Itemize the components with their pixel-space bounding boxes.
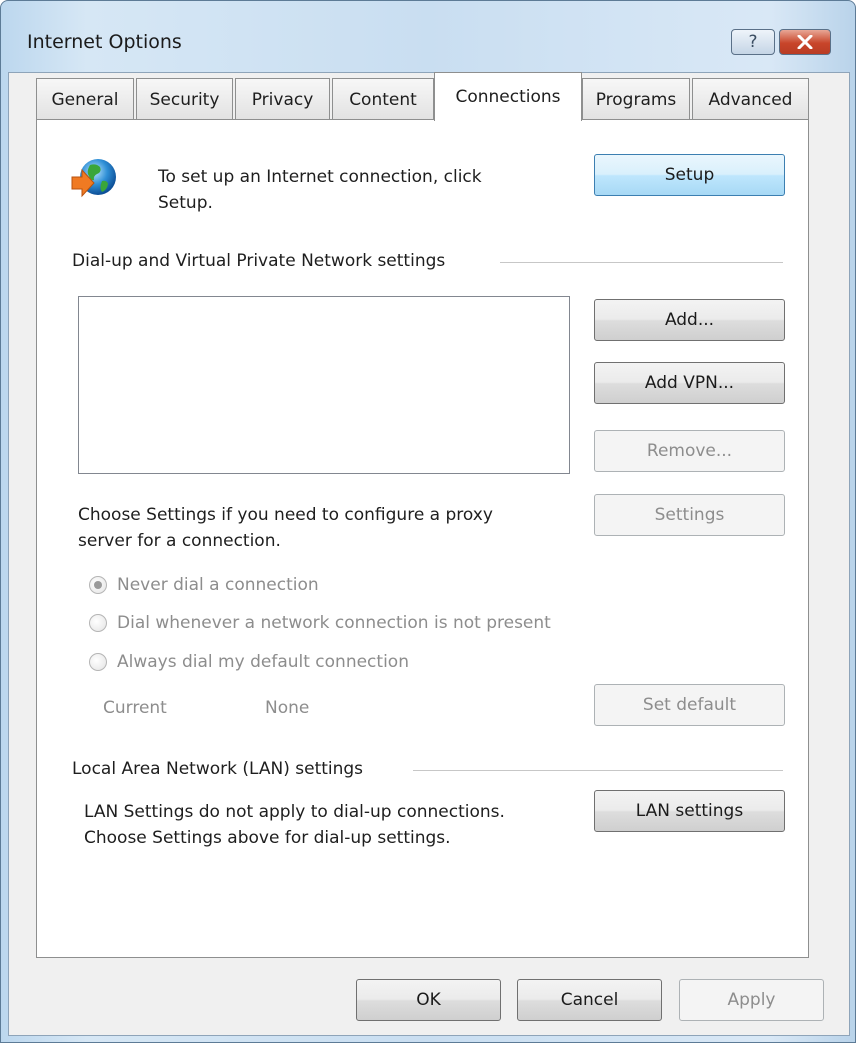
cancel-button[interactable]: Cancel — [517, 979, 662, 1021]
add-button[interactable]: Add... — [594, 299, 785, 341]
setup-description-line1: To set up an Internet connection, click — [158, 167, 482, 187]
lan-settings-button[interactable]: LAN settings — [594, 790, 785, 832]
ok-button[interactable]: OK — [356, 979, 501, 1021]
proxy-description-line1: Choose Settings if you need to configure… — [78, 505, 493, 525]
set-default-button[interactable]: Set default — [594, 684, 785, 726]
radio-always-dial[interactable] — [89, 653, 107, 671]
current-value: None — [265, 698, 310, 718]
group-divider — [413, 770, 783, 771]
radio-always-dial-label: Always dial my default connection — [117, 652, 409, 672]
lan-description-line2: Choose Settings above for dial-up settin… — [84, 828, 451, 848]
lan-group-label: Local Area Network (LAN) settings — [72, 759, 364, 779]
settings-button[interactable]: Settings — [594, 494, 785, 536]
radio-never-dial-label: Never dial a connection — [117, 575, 319, 595]
setup-button[interactable]: Setup — [594, 154, 785, 196]
globe-arrow-icon — [71, 159, 116, 198]
radio-dial-whenever-label: Dial whenever a network connection is no… — [117, 613, 551, 633]
lan-description-line1: LAN Settings do not apply to dial-up con… — [84, 802, 505, 822]
proxy-description-line2: server for a connection. — [78, 531, 281, 551]
radio-never-dial[interactable] — [89, 576, 107, 594]
setup-description-line2: Setup. — [158, 193, 213, 213]
connections-listbox[interactable] — [78, 296, 570, 474]
radio-dial-whenever[interactable] — [89, 614, 107, 632]
dialup-group-label: Dial-up and Virtual Private Network sett… — [72, 251, 446, 271]
current-label: Current — [103, 698, 167, 718]
add-vpn-button[interactable]: Add VPN... — [594, 362, 785, 404]
group-divider — [500, 262, 783, 263]
apply-button[interactable]: Apply — [679, 979, 824, 1021]
remove-button[interactable]: Remove... — [594, 430, 785, 472]
